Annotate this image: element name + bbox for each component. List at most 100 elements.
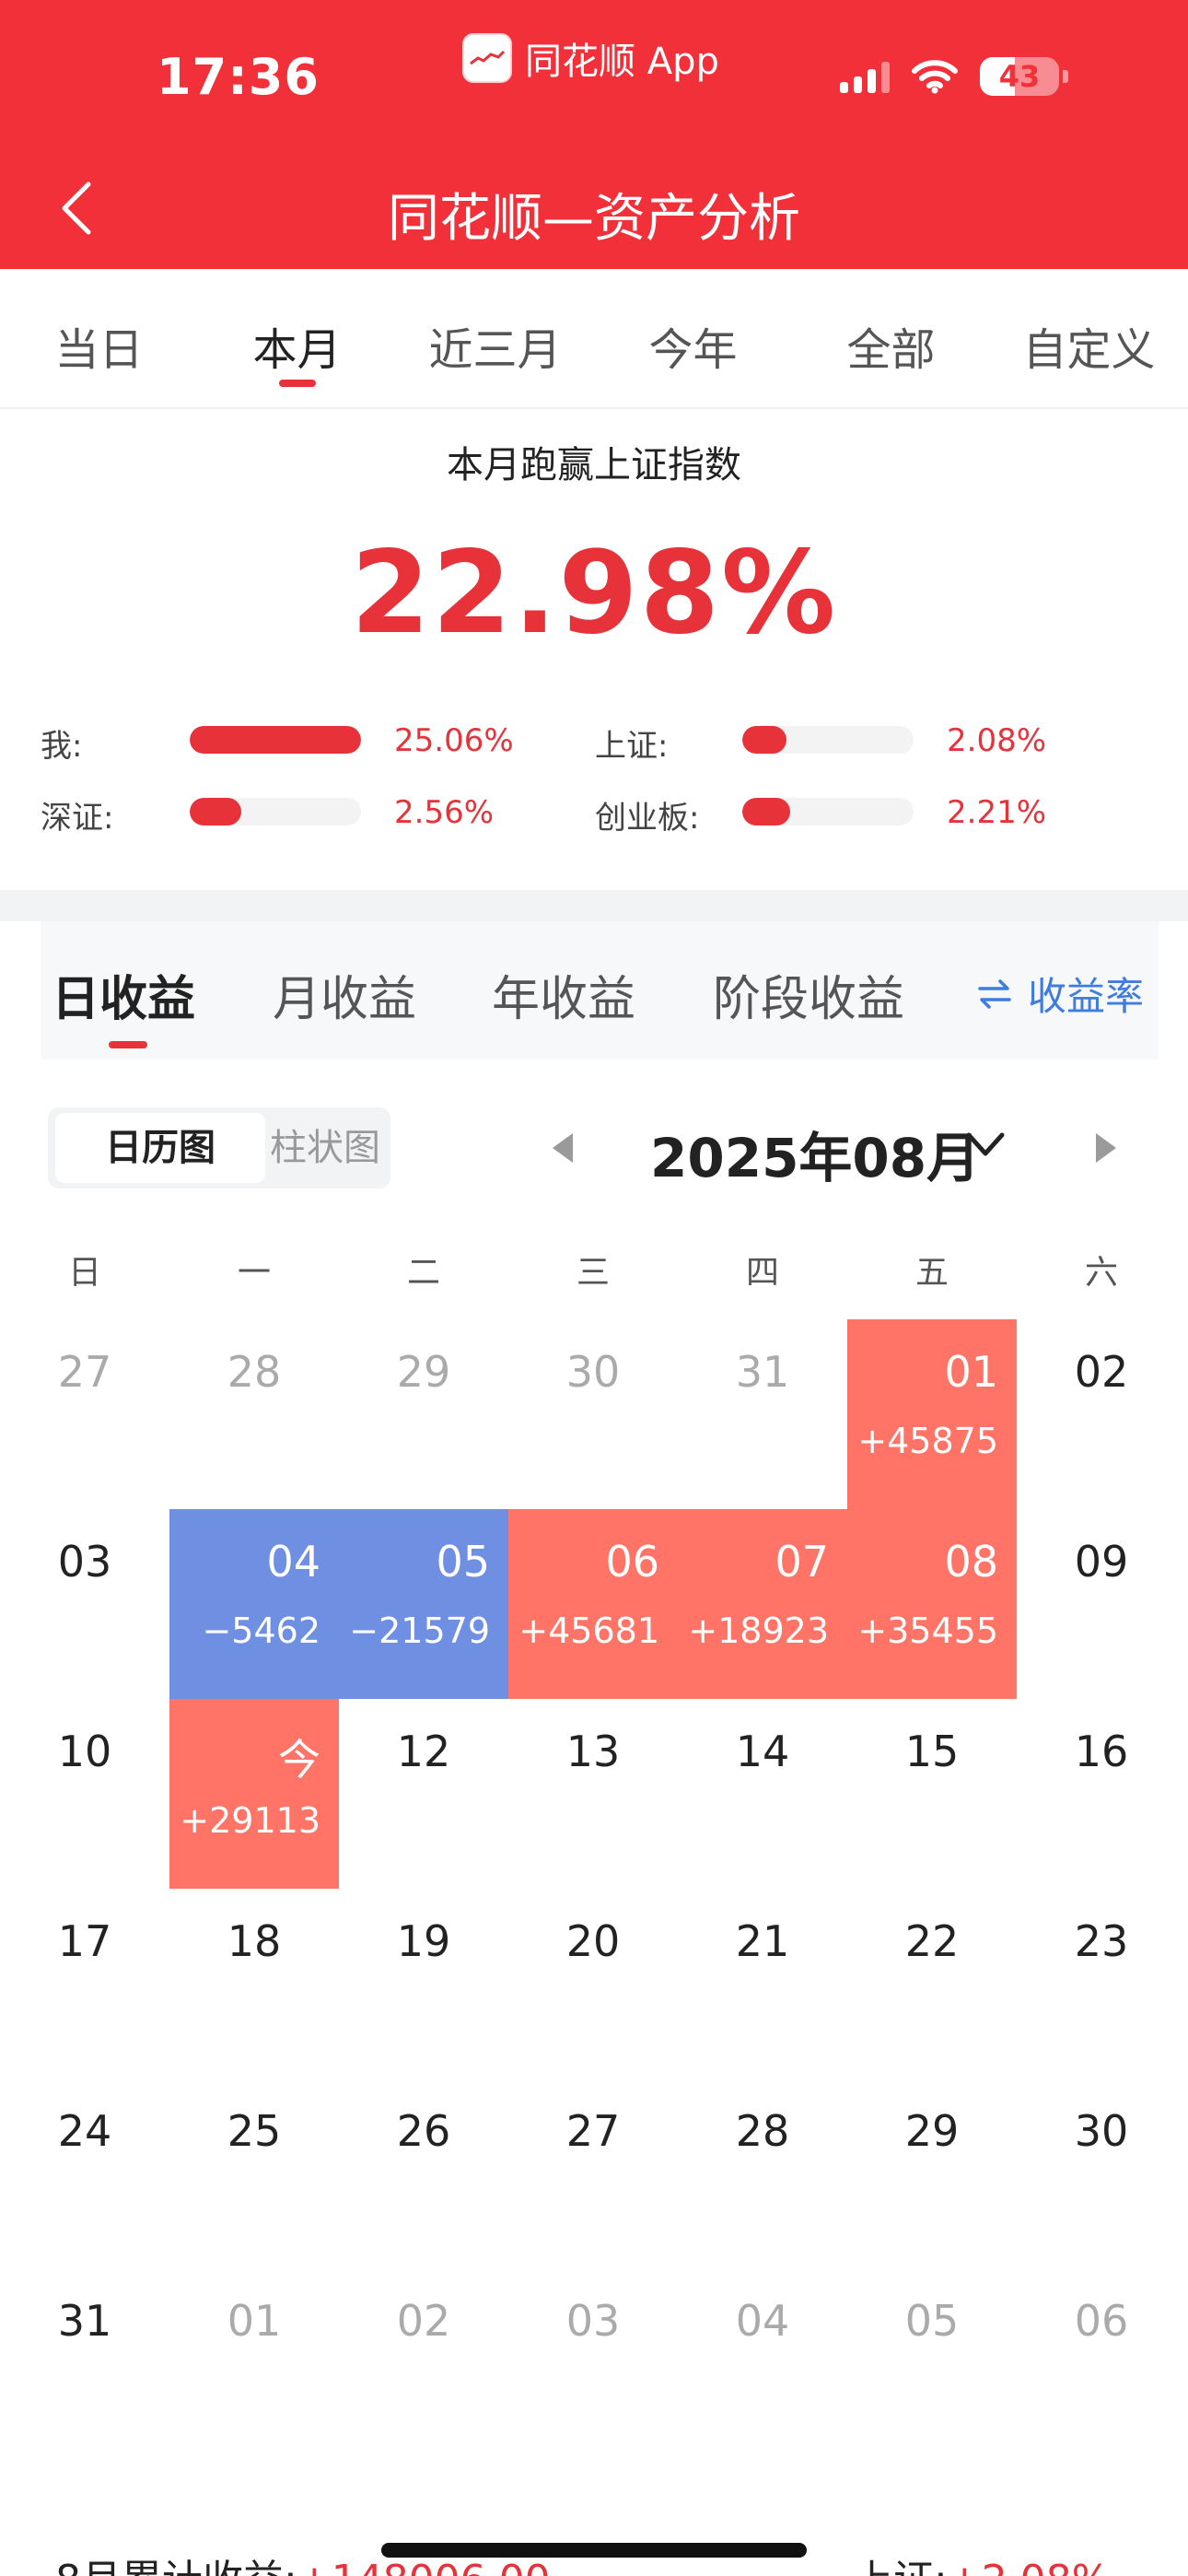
calendar-day-cell[interactable]: 29 [339, 1319, 508, 1509]
calendar-day-cell[interactable]: 15 [847, 1699, 1017, 1889]
tab-period-income[interactable]: 阶段收益 [713, 960, 904, 1029]
calendar-day-cell[interactable]: 04 [678, 2268, 847, 2458]
calendar-day-cell[interactable]: 20 [508, 1889, 678, 2078]
tab-daily-income[interactable]: 日收益 [52, 960, 195, 1029]
calendar-day-cell[interactable]: 06 +45681 [508, 1509, 678, 1699]
calendar-day-cell[interactable]: 14 [678, 1699, 847, 1889]
calendar-day-cell[interactable]: 23 [1017, 1889, 1186, 2078]
calendar-day-cell[interactable]: 26 [339, 2078, 508, 2268]
calendar-day-number: 03 [565, 2296, 621, 2346]
calendar-day-number: 29 [904, 2106, 960, 2156]
tab-this-month[interactable]: 本月 [198, 269, 396, 407]
calendar-day-number: 28 [735, 2106, 790, 2156]
calendar-day-cell[interactable]: 01 +45875 [847, 1319, 1017, 1509]
calendar-day-number: 30 [565, 1347, 621, 1397]
calendar-day-number: 26 [396, 2106, 451, 2156]
calendar-day-cell[interactable]: 28 [678, 2078, 847, 2268]
calendar-day-number: 04 [735, 2296, 790, 2346]
calendar-day-cell[interactable]: 31 [0, 2268, 169, 2458]
calendar-day-cell[interactable]: 27 [0, 1319, 169, 1509]
calendar-day-cell[interactable]: 02 [339, 2268, 508, 2458]
calendar-day-cell[interactable]: 31 [678, 1319, 847, 1509]
calendar-day-number: 16 [1074, 1727, 1129, 1776]
calendar-day-cell[interactable]: 03 [508, 2268, 678, 2458]
battery-icon: 43 [980, 57, 1068, 96]
return-rate-label: 收益率 [1028, 974, 1145, 1019]
calendar-day-number: 04 [266, 1537, 320, 1587]
calendar-day-cell[interactable]: 07 +18923 [678, 1509, 847, 1699]
calendar-view-button[interactable]: 日历图 [55, 1113, 265, 1183]
calendar-day-cell[interactable]: 今 +29113 [169, 1699, 339, 1889]
calendar-day-pnl: +35455 [857, 1610, 998, 1651]
calendar-day-cell[interactable]: 30 [508, 1319, 678, 1509]
calendar-day-cell[interactable]: 10 [0, 1699, 169, 1889]
cumulative-label: 8月累计收益: [55, 2557, 297, 2576]
next-month-icon[interactable] [1092, 1131, 1120, 1165]
calendar-day-number: 27 [565, 2106, 621, 2156]
calendar-day-number: 22 [904, 1916, 960, 1966]
calendar-day-cell[interactable]: 06 [1017, 2268, 1186, 2458]
calendar-day-number: 10 [57, 1727, 112, 1776]
calendar-day-cell[interactable]: 19 [339, 1889, 508, 2078]
app-indicator[interactable]: 同花顺 App [462, 31, 719, 85]
calendar-day-number: 21 [735, 1916, 790, 1966]
calendar-day-cell[interactable]: 09 [1017, 1509, 1186, 1699]
wifi-icon [912, 60, 958, 94]
calendar-day-cell[interactable]: 21 [678, 1889, 847, 2078]
compare-bar-shanghai [742, 726, 914, 754]
compare-label-me: 我: [41, 728, 83, 765]
calendar-day-cell[interactable]: 17 [0, 1889, 169, 2078]
tab-today[interactable]: 当日 [0, 269, 198, 407]
calendar-day-cell[interactable]: 30 [1017, 2078, 1186, 2268]
chevron-down-icon[interactable] [963, 1126, 1007, 1163]
calendar-day-cell[interactable]: 22 [847, 1889, 1017, 2078]
calendar-day-cell[interactable]: 16 [1017, 1699, 1186, 1889]
calendar-day-number: 08 [944, 1537, 998, 1587]
calendar-day-cell[interactable]: 27 [508, 2078, 678, 2268]
calendar-day-cell[interactable]: 01 [169, 2268, 339, 2458]
calendar-day-number: 15 [904, 1727, 960, 1776]
tab-monthly-income[interactable]: 月收益 [273, 960, 416, 1029]
index-value: +2.08% [948, 2557, 1111, 2576]
calendar-day-number: 18 [227, 1916, 282, 1966]
period-tabs: 当日 本月 近三月 今年 全部 自定义 [0, 269, 1188, 409]
tab-yearly-income[interactable]: 年收益 [492, 960, 635, 1029]
previous-month-icon[interactable] [549, 1131, 577, 1165]
calendar-day-cell[interactable]: 05 [847, 2268, 1017, 2458]
calendar-day-number: 19 [396, 1916, 451, 1966]
weekday-thu: 四 [745, 1254, 779, 1292]
calendar-day-cell[interactable]: 04 −5462 [169, 1509, 339, 1699]
month-title[interactable]: 2025年08月 [650, 1115, 980, 1192]
calendar-day-cell[interactable]: 29 [847, 2078, 1017, 2268]
calendar-day-cell[interactable]: 18 [169, 1889, 339, 2078]
calendar-day-cell[interactable]: 25 [169, 2078, 339, 2268]
bar-view-button[interactable]: 柱状图 [265, 1113, 385, 1183]
cellular-signal-icon [840, 60, 890, 93]
calendar-day-cell[interactable]: 05 −21579 [339, 1509, 508, 1699]
compare-bar-me [190, 726, 361, 754]
calendar-day-number: 27 [57, 1347, 112, 1397]
calendar-day-number: 20 [565, 1916, 621, 1966]
tab-all[interactable]: 全部 [792, 269, 990, 407]
return-rate-toggle[interactable]: 收益率 [976, 966, 1144, 1022]
calendar-day-number: 25 [227, 2106, 282, 2156]
compare-value-shanghai: 2.08% [947, 722, 1047, 759]
calendar-day-number: 07 [775, 1537, 829, 1587]
home-indicator [381, 2543, 807, 2558]
calendar-day-cell[interactable]: 02 [1017, 1319, 1186, 1509]
calendar-day-cell[interactable]: 08 +35455 [847, 1509, 1017, 1699]
calendar-day-cell[interactable]: 03 [0, 1509, 169, 1699]
calendar-day-cell[interactable]: 13 [508, 1699, 678, 1889]
calendar-day-number: 29 [396, 1347, 451, 1397]
calendar-day-cell[interactable]: 24 [0, 2078, 169, 2268]
calendar-day-cell[interactable]: 28 [169, 1319, 339, 1509]
app-logo-icon [462, 33, 512, 83]
weekday-mon: 一 [237, 1254, 271, 1292]
tab-three-months[interactable]: 近三月 [396, 269, 594, 407]
calendar-day-cell[interactable]: 12 [339, 1699, 508, 1889]
tab-this-year[interactable]: 今年 [594, 269, 792, 407]
calendar-day-number: 03 [57, 1537, 112, 1587]
section-divider [0, 890, 1188, 921]
tab-custom[interactable]: 自定义 [990, 269, 1188, 407]
compare-bar-chinext [742, 798, 914, 825]
